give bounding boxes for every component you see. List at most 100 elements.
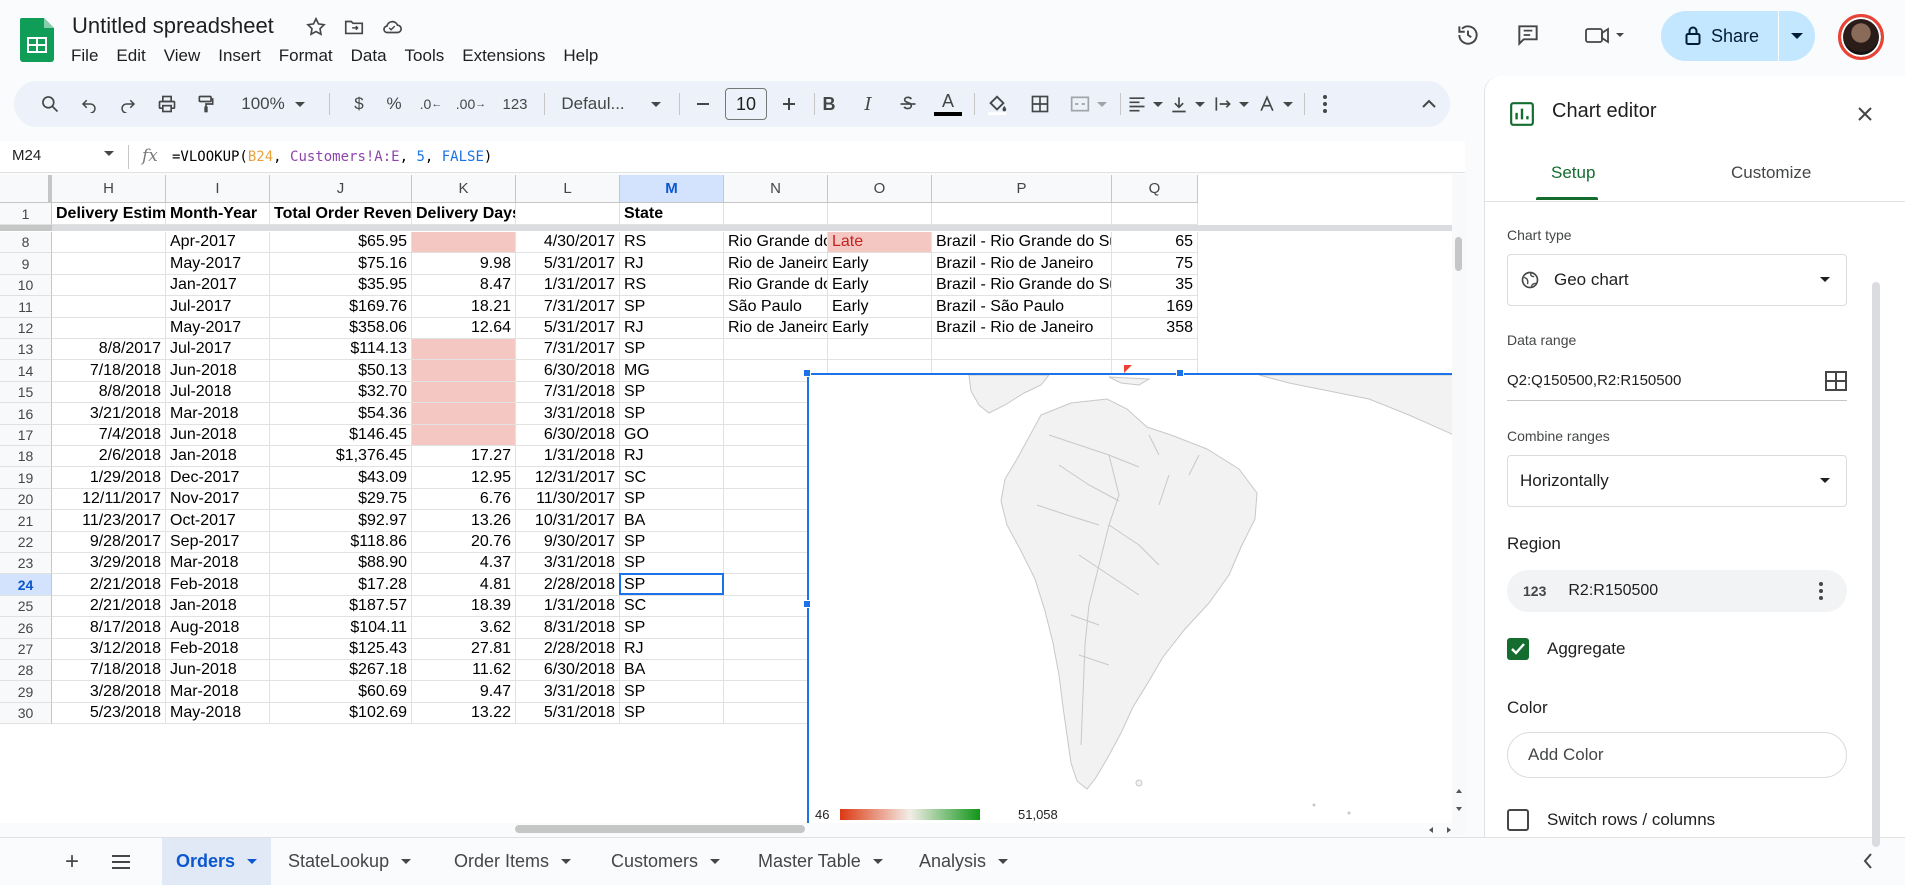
grid-cell[interactable] bbox=[52, 232, 166, 253]
grid-cell[interactable] bbox=[412, 403, 516, 425]
row-header-20[interactable]: 20 bbox=[0, 489, 52, 510]
search-menus-icon[interactable] bbox=[34, 81, 66, 127]
grid-cell[interactable]: $50.13 bbox=[270, 360, 412, 382]
grid-cell[interactable]: Early bbox=[828, 318, 932, 339]
horizontal-align-icon[interactable] bbox=[1124, 81, 1166, 127]
grid-cell[interactable]: 7/31/2017 bbox=[516, 339, 620, 360]
vertical-align-icon[interactable] bbox=[1166, 81, 1208, 127]
grid-cell[interactable]: 12.64 bbox=[412, 318, 516, 339]
grid-cell[interactable]: 18.39 bbox=[412, 596, 516, 617]
menu-item-edit[interactable]: Edit bbox=[107, 44, 154, 68]
tab-setup[interactable]: Setup bbox=[1551, 163, 1595, 183]
grid-cell[interactable]: 7/31/2017 bbox=[516, 296, 620, 318]
row-header-9[interactable]: 9 bbox=[0, 253, 52, 275]
grid-cell[interactable]: 12/11/2017 bbox=[52, 489, 166, 510]
undo-icon[interactable] bbox=[74, 81, 104, 127]
grid-cell[interactable]: SP bbox=[620, 617, 724, 639]
menu-item-help[interactable]: Help bbox=[554, 44, 607, 68]
close-icon[interactable] bbox=[1851, 100, 1879, 128]
grid-cell[interactable]: Early bbox=[828, 253, 932, 275]
grid-cell[interactable]: Dec-2017 bbox=[166, 467, 270, 489]
grid-cell[interactable] bbox=[52, 296, 166, 318]
grid-cell[interactable]: 4.37 bbox=[412, 553, 516, 574]
sheet-tab-orders[interactable]: Orders bbox=[162, 838, 272, 885]
grid-cell[interactable]: 2/28/2018 bbox=[516, 574, 620, 596]
row-header-11[interactable]: 11 bbox=[0, 296, 52, 318]
grid-cell[interactable]: SP bbox=[620, 296, 724, 318]
share-button[interactable]: Share bbox=[1661, 11, 1815, 61]
grid-cell[interactable]: 2/6/2018 bbox=[52, 446, 166, 467]
grid-cell[interactable]: 12.95 bbox=[412, 467, 516, 489]
grid-cell[interactable] bbox=[828, 339, 932, 360]
grid-cell[interactable]: São Paulo bbox=[724, 296, 828, 318]
percent-format-button[interactable]: % bbox=[381, 81, 407, 127]
decrease-decimal-button[interactable]: .0 ← bbox=[416, 81, 446, 127]
grid-cell[interactable]: 65 bbox=[1112, 232, 1198, 253]
grid-cell[interactable] bbox=[52, 318, 166, 339]
grid-cell[interactable]: 7/31/2018 bbox=[516, 382, 620, 403]
grid-cell[interactable]: Apr-2017 bbox=[166, 232, 270, 253]
grid-cell[interactable]: Jul-2018 bbox=[166, 382, 270, 403]
horizontal-scrollbar[interactable] bbox=[515, 823, 1452, 835]
region-range-chip[interactable]: 123 R2:R150500 bbox=[1507, 570, 1847, 612]
row-header-18[interactable]: 18 bbox=[0, 446, 52, 467]
grid-cell[interactable]: Jul-2017 bbox=[166, 339, 270, 360]
grid-cell[interactable]: $1,376.45 bbox=[270, 446, 412, 467]
grid-cell[interactable]: Feb-2018 bbox=[166, 639, 270, 660]
decrease-font-size-icon[interactable] bbox=[688, 81, 718, 127]
row-header-26[interactable]: 26 bbox=[0, 617, 52, 639]
share-main-button[interactable]: Share bbox=[1661, 11, 1778, 61]
grid-cell[interactable]: 7/4/2018 bbox=[52, 425, 166, 446]
italic-button[interactable]: I bbox=[853, 81, 883, 127]
grid-cell[interactable]: 6/30/2018 bbox=[516, 660, 620, 681]
vertical-scrollbar[interactable] bbox=[1452, 175, 1465, 835]
grid-cell[interactable]: Brazil - Rio de Janeiro bbox=[932, 318, 1112, 339]
font-select[interactable]: Defaul... bbox=[557, 81, 665, 127]
chart-resize-handle[interactable] bbox=[1176, 369, 1184, 377]
increase-font-size-icon[interactable] bbox=[774, 81, 804, 127]
row-header-8[interactable]: 8 bbox=[0, 232, 52, 253]
more-vert-icon[interactable] bbox=[1819, 581, 1823, 601]
row-header-10[interactable]: 10 bbox=[0, 275, 52, 296]
row-header-27[interactable]: 27 bbox=[0, 639, 52, 660]
menu-item-data[interactable]: Data bbox=[342, 44, 396, 68]
grid-cell[interactable] bbox=[932, 339, 1112, 360]
menu-item-extensions[interactable]: Extensions bbox=[453, 44, 554, 68]
grid-cell[interactable]: SP bbox=[620, 339, 724, 360]
select-all-corner[interactable] bbox=[0, 175, 52, 203]
grid-cell[interactable]: Rio Grande do S bbox=[724, 275, 828, 296]
grid-cell[interactable]: Jun-2018 bbox=[166, 360, 270, 382]
meet-icon[interactable] bbox=[1581, 20, 1631, 50]
column-header-n[interactable]: N bbox=[724, 175, 828, 203]
grid-cell[interactable]: 9/28/2017 bbox=[52, 532, 166, 553]
grid-cell[interactable]: 10/31/2017 bbox=[516, 510, 620, 532]
grid-cell[interactable]: $102.69 bbox=[270, 703, 412, 724]
grid-cell[interactable]: 4/30/2017 bbox=[516, 232, 620, 253]
grid-cell[interactable]: 3/28/2018 bbox=[52, 681, 166, 703]
grid-cell[interactable]: RJ bbox=[620, 318, 724, 339]
redo-icon[interactable] bbox=[113, 81, 143, 127]
grid-cell[interactable]: 11/23/2017 bbox=[52, 510, 166, 532]
grid-cell[interactable]: 3/31/2018 bbox=[516, 403, 620, 425]
grid-cell[interactable]: $146.45 bbox=[270, 425, 412, 446]
row-header-24[interactable]: 24 bbox=[0, 574, 52, 596]
grid-cell[interactable]: $118.86 bbox=[270, 532, 412, 553]
paint-format-icon[interactable] bbox=[191, 81, 221, 127]
menu-item-tools[interactable]: Tools bbox=[396, 44, 454, 68]
grid-cell[interactable]: 27.81 bbox=[412, 639, 516, 660]
grid-cell[interactable]: 3/21/2018 bbox=[52, 403, 166, 425]
grid-cell[interactable]: $43.09 bbox=[270, 467, 412, 489]
grid-cell[interactable]: SP bbox=[620, 574, 724, 596]
grid-cell[interactable]: 8/31/2018 bbox=[516, 617, 620, 639]
data-range-input[interactable]: Q2:Q150500,R2:R150500 bbox=[1507, 361, 1847, 401]
grid-cell[interactable] bbox=[412, 382, 516, 403]
version-history-icon[interactable] bbox=[1453, 20, 1483, 50]
combine-ranges-select[interactable]: Horizontally bbox=[1507, 455, 1847, 507]
grid-cell[interactable]: SP bbox=[620, 681, 724, 703]
grid-cell[interactable]: Jun-2018 bbox=[166, 425, 270, 446]
grid-cell[interactable]: May-2017 bbox=[166, 253, 270, 275]
text-color-button[interactable]: A bbox=[931, 81, 965, 127]
bold-button[interactable]: B bbox=[814, 81, 844, 127]
grid-cell[interactable]: $35.95 bbox=[270, 275, 412, 296]
grid-cell[interactable]: 20.76 bbox=[412, 532, 516, 553]
